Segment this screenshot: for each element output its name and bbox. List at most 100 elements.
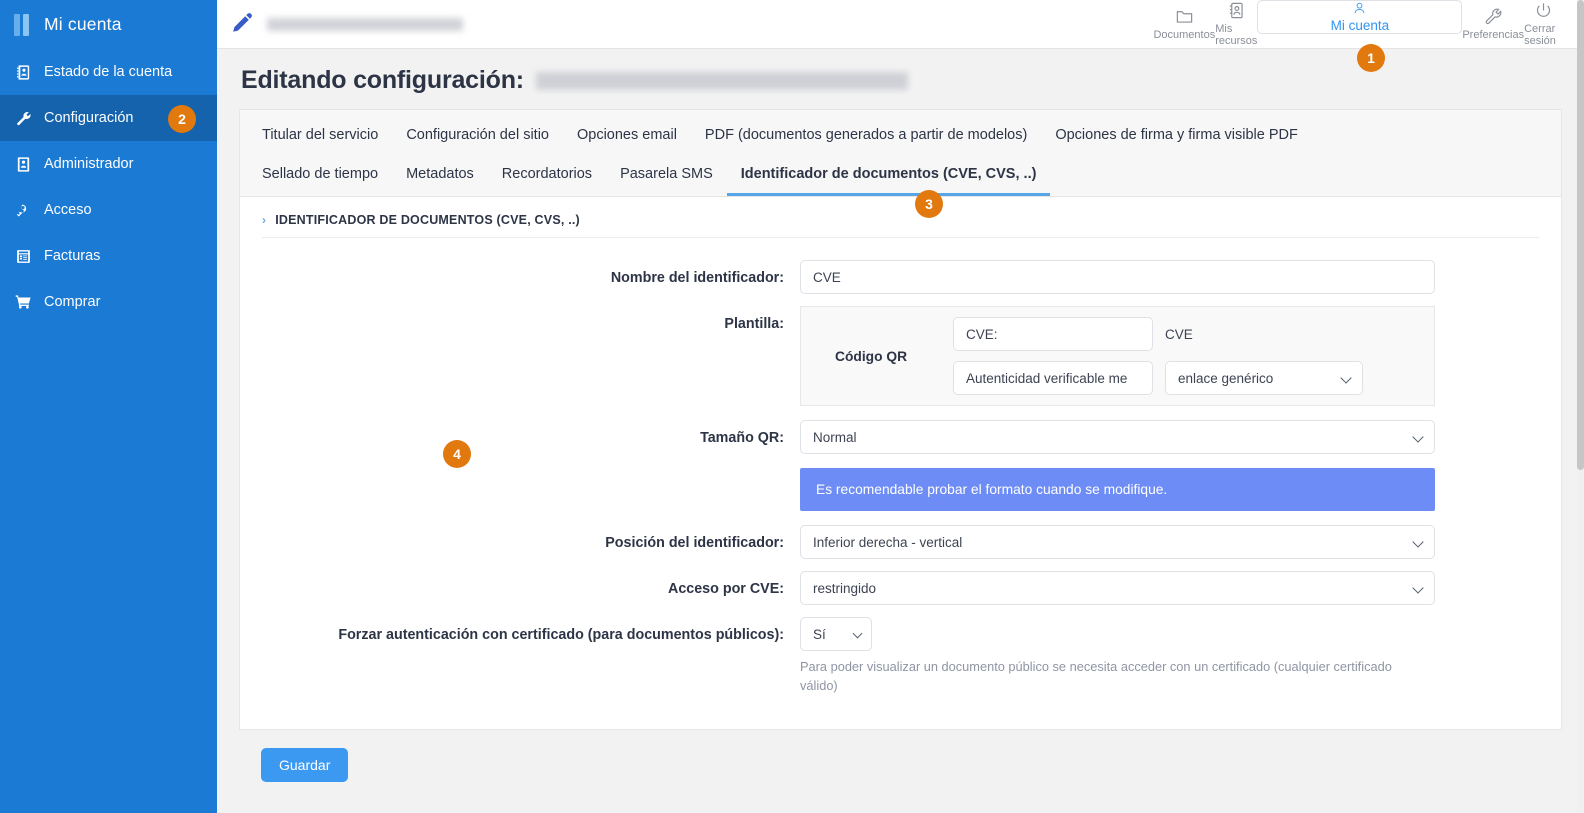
tab-row-2: Sellado de tiempo Metadatos Recordatorio… <box>240 157 1561 196</box>
sidebar-title: Mi cuenta <box>44 14 122 34</box>
app-root: Mi cuenta Estado de la cuenta Configurac… <box>0 0 1584 813</box>
plantilla-line-2: enlace genérico <box>953 361 1422 395</box>
plantilla-line-1: CVE <box>953 317 1422 351</box>
topnav-preferencias[interactable]: Preferencias <box>1462 0 1524 49</box>
topnav-mi-cuenta[interactable]: Mi cuenta <box>1257 0 1463 34</box>
select-posicion-identificador[interactable]: Inferior derecha - vertical <box>800 525 1435 559</box>
top-bar-left <box>231 10 463 39</box>
page-title-text: Editando configuración: <box>241 66 524 94</box>
field-row-forzar-autenticacion: Forzar autenticación con certificado (pa… <box>240 617 1561 695</box>
page-scrollbar-thumb[interactable] <box>1577 0 1584 470</box>
content-panel: Titular del servicio Configuración del s… <box>217 109 1584 813</box>
contact-card-icon <box>14 63 33 82</box>
tab-opciones-email[interactable]: Opciones email <box>563 118 691 157</box>
tab-configuracion-del-sitio[interactable]: Configuración del sitio <box>392 118 563 157</box>
tab-pdf-documentos-generados[interactable]: PDF (documentos generados a partir de mo… <box>691 118 1041 157</box>
field-row-tamano-qr: Tamaño QR: Normal <box>240 420 1561 454</box>
sidebar-item-label: Comprar <box>44 293 101 310</box>
select-acceso-cve[interactable]: restringido <box>800 571 1435 605</box>
account-name-redacted <box>267 17 463 31</box>
tab-identificador-de-documentos[interactable]: Identificador de documentos (CVE, CVS, .… <box>726 157 1051 196</box>
app-logo-icon <box>14 13 30 36</box>
tab-opciones-de-firma[interactable]: Opciones de firma y firma visible PDF <box>1041 118 1312 157</box>
topnav-documentos[interactable]: Documentos <box>1153 0 1215 49</box>
field-row-plantilla: Plantilla: Código QR CVE: CVE Autenticid… <box>240 306 1561 406</box>
page-title-wrap: Editando configuración: <box>217 49 1584 109</box>
select-forzar-autenticacion-wrap: Sí <box>800 617 872 651</box>
select-tamano-qr-wrap: Normal <box>800 420 1435 454</box>
main-area: Documentos Mis recursos Mi cuenta Prefer… <box>217 0 1584 813</box>
label-posicion-identificador: Posición del identificador: <box>605 535 784 551</box>
tab-label: Recordatorios <box>501 166 593 182</box>
select-acceso-cve-wrap: restringido <box>800 571 1435 605</box>
tabs-container: Titular del servicio Configuración del s… <box>239 109 1562 196</box>
sidebar-item-estado-de-la-cuenta[interactable]: Estado de la cuenta <box>0 49 217 95</box>
sidebar-item-configuracion[interactable]: Configuración <box>0 95 217 141</box>
sidebar: Mi cuenta Estado de la cuenta Configurac… <box>0 0 217 813</box>
sidebar-item-label: Administrador <box>44 155 134 172</box>
wrench-icon <box>14 109 33 128</box>
tab-label: PDF (documentos generados a partir de mo… <box>704 127 1028 143</box>
tab-label: Titular del servicio <box>262 127 379 143</box>
tab-titular-del-servicio[interactable]: Titular del servicio <box>248 118 392 157</box>
label-alert-spacer <box>240 468 800 477</box>
select-tamano-qr[interactable]: Normal <box>800 420 1435 454</box>
folder-icon <box>1176 11 1193 23</box>
plantilla-static-text: CVE <box>1165 326 1193 342</box>
info-alert: Es recomendable probar el formato cuando… <box>800 468 1435 511</box>
section-heading: › IDENTIFICADOR DE DOCUMENTOS (CVE, CVS,… <box>262 197 1539 238</box>
field-row-alert: Es recomendable probar el formato cuando… <box>240 468 1561 511</box>
cart-icon <box>14 293 33 312</box>
tab-sellado-de-tiempo[interactable]: Sellado de tiempo <box>248 157 392 196</box>
tab-label: Pasarela SMS <box>620 166 713 182</box>
tab-metadatos[interactable]: Metadatos <box>392 157 488 196</box>
topnav-mis-recursos[interactable]: Mis recursos <box>1215 0 1257 49</box>
settings-card: › IDENTIFICADOR DE DOCUMENTOS (CVE, CVS,… <box>239 196 1562 731</box>
page-title-value-redacted <box>535 71 908 90</box>
label-tamano-qr: Tamaño QR: <box>700 430 784 446</box>
tab-recordatorios[interactable]: Recordatorios <box>488 157 606 196</box>
sidebar-item-label: Estado de la cuenta <box>44 63 173 80</box>
tab-label: Opciones email <box>576 127 677 143</box>
input-nombre-identificador[interactable] <box>800 260 1435 294</box>
save-button[interactable]: Guardar <box>261 748 349 783</box>
plantilla-fields: CVE enlace genérico <box>953 317 1422 395</box>
field-row-posicion-identificador: Posición del identificador: Inferior der… <box>240 525 1561 559</box>
tab-pasarela-sms[interactable]: Pasarela SMS <box>606 157 727 196</box>
tab-label: Metadatos <box>406 166 474 182</box>
select-qr-enlace[interactable]: enlace genérico <box>1165 361 1363 395</box>
invoice-icon <box>14 247 33 266</box>
plantilla-group: Código QR CVE: CVE Autenticidad verifica… <box>800 306 1435 406</box>
topnav-label: Mis recursos <box>1215 23 1258 47</box>
sidebar-item-administrador[interactable]: Administrador <box>0 141 217 187</box>
user-icon <box>1355 2 1365 13</box>
sidebar-item-label: Configuración <box>44 109 134 126</box>
wrench-icon <box>1485 8 1502 25</box>
sidebar-item-comprar[interactable]: Comprar <box>0 279 217 325</box>
sidebar-header: Mi cuenta <box>0 0 217 49</box>
settings-form: Nombre del identificador: Plantilla: Cód… <box>240 238 1561 695</box>
input-plantilla-prefijo[interactable] <box>953 317 1153 351</box>
page-scrollbar[interactable] <box>1577 0 1584 813</box>
field-row-acceso-cve: Acceso por CVE: restringido <box>240 571 1561 605</box>
sidebar-item-label: Acceso <box>44 201 92 218</box>
page-title: Editando configuración: <box>241 66 1584 95</box>
sidebar-item-acceso[interactable]: Acceso <box>0 187 217 233</box>
topnav-label: Cerrar sesión <box>1524 23 1556 47</box>
topnav-cerrar-sesion[interactable]: Cerrar sesión <box>1524 0 1562 49</box>
select-forzar-autenticacion[interactable]: Sí <box>800 617 872 651</box>
label-forzar-autenticacion: Forzar autenticación con certificado (pa… <box>338 627 784 643</box>
top-bar: Documentos Mis recursos Mi cuenta Prefer… <box>217 0 1584 49</box>
tab-row-1: Titular del servicio Configuración del s… <box>240 118 1561 157</box>
save-row: Guardar <box>239 730 1562 783</box>
tab-label: Identificador de documentos (CVE, CVS, .… <box>740 166 1037 182</box>
section-heading-text: IDENTIFICADOR DE DOCUMENTOS (CVE, CVS, .… <box>275 213 580 227</box>
sidebar-item-facturas[interactable]: Facturas <box>0 233 217 279</box>
tab-label: Configuración del sitio <box>406 127 549 143</box>
tab-label: Sellado de tiempo <box>262 166 379 182</box>
id-card-icon <box>14 155 33 174</box>
chevron-right-icon: › <box>262 213 267 227</box>
pen-icon <box>231 10 255 39</box>
input-qr-texto[interactable] <box>953 361 1153 395</box>
label-nombre-identificador: Nombre del identificador: <box>610 270 784 286</box>
